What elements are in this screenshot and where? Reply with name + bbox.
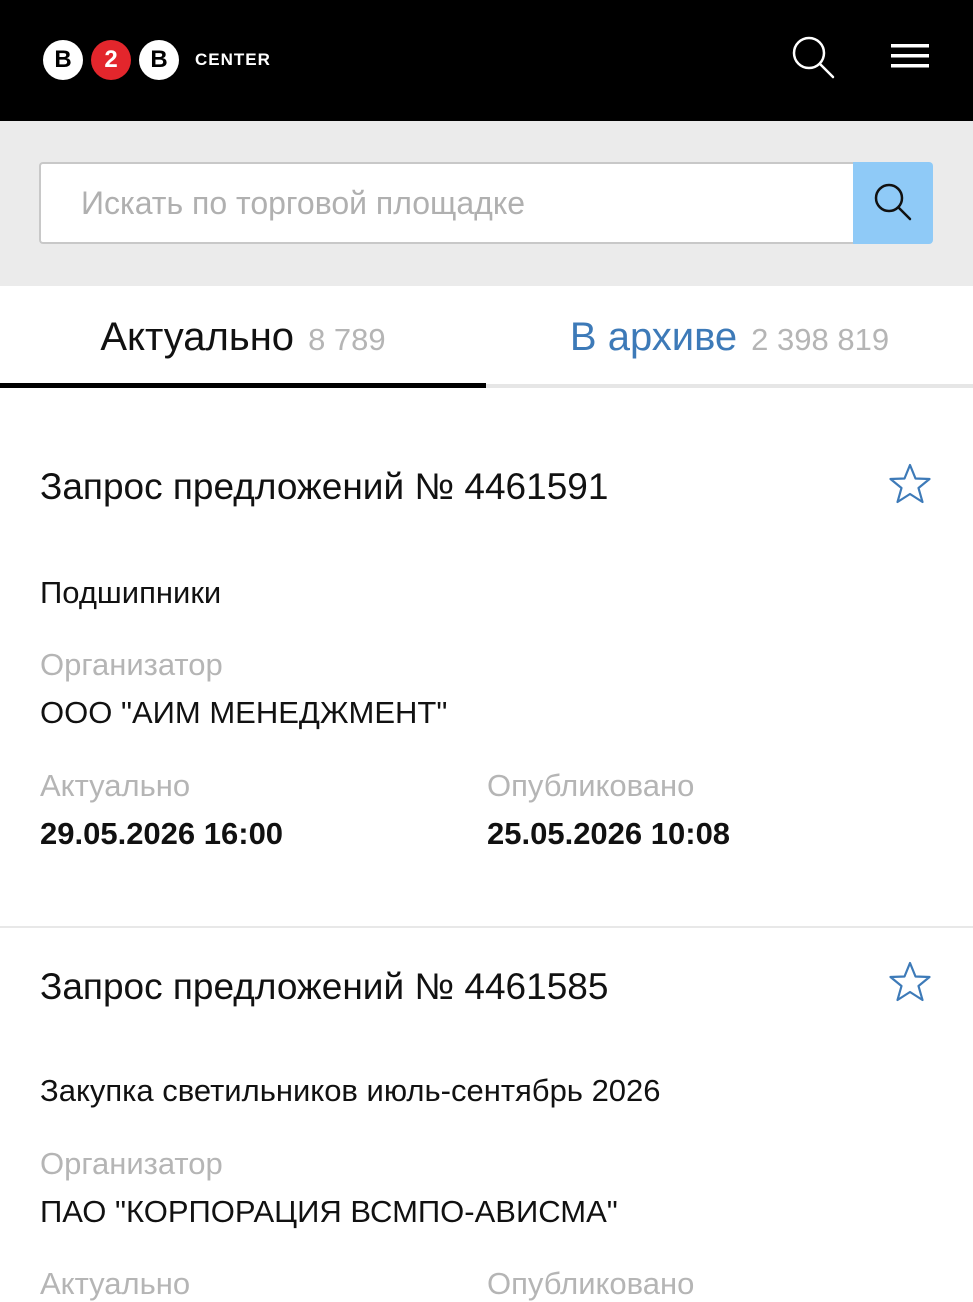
search-button[interactable] [853,162,933,244]
logo-word: CENTER [195,50,271,69]
actual-label: Актуально [40,1266,191,1301]
hamburger-menu-icon[interactable] [886,32,936,82]
tab-actual[interactable]: Актуально 8 789 [0,286,486,388]
published-label: Опубликовано [487,768,695,803]
logo-letter-2: 2 [91,40,131,80]
procedure-title[interactable]: Запрос предложений № 4461585 [40,966,608,1008]
logo-letter-b1: B [43,40,83,80]
b2b-center-logo[interactable]: B 2 B CENTER [43,39,271,81]
published-label: Опубликовано [487,1266,695,1301]
tab-actual-count: 8 789 [308,322,386,357]
actual-label: Актуально [40,768,191,803]
favorite-star-icon[interactable] [888,960,932,1004]
search-icon[interactable] [788,32,838,82]
top-header: B 2 B CENTER [0,0,973,121]
tab-archive-label: В архиве [569,314,738,359]
favorite-star-icon[interactable] [888,462,932,506]
tab-archive[interactable]: В архиве 2 398 819 [486,286,973,388]
status-tabs: Актуально 8 789 В архиве 2 398 819 [0,286,973,388]
published-date: 25.05.2026 10:08 [487,816,731,851]
search-input[interactable] [39,162,853,244]
procedure-card[interactable]: Запрос предложений № 4461591 Подшипники … [0,388,973,928]
search-box [39,162,933,244]
organizer-label: Организатор [40,1146,223,1181]
procedure-title[interactable]: Запрос предложений № 4461591 [40,466,608,508]
organizer-name: ПАО "КОРПОРАЦИЯ ВСМПО-АВИСМА" [40,1194,618,1229]
organizer-label: Организатор [40,647,223,682]
tab-archive-count: 2 398 819 [751,322,890,357]
magnifier-icon [872,181,914,226]
procedure-subject: Подшипники [40,575,222,610]
organizer-name: ООО "АИМ МЕНЕДЖМЕНТ" [40,695,448,730]
actual-date: 29.05.2026 16:00 [40,816,284,851]
search-band [0,121,973,286]
tab-actual-label: Актуально [100,314,295,359]
logo-letter-b2: B [139,40,179,80]
procedure-subject: Закупка светильников июль-сентябрь 2026 [40,1073,661,1108]
procedure-card[interactable]: Запрос предложений № 4461585 Закупка све… [0,928,973,1301]
